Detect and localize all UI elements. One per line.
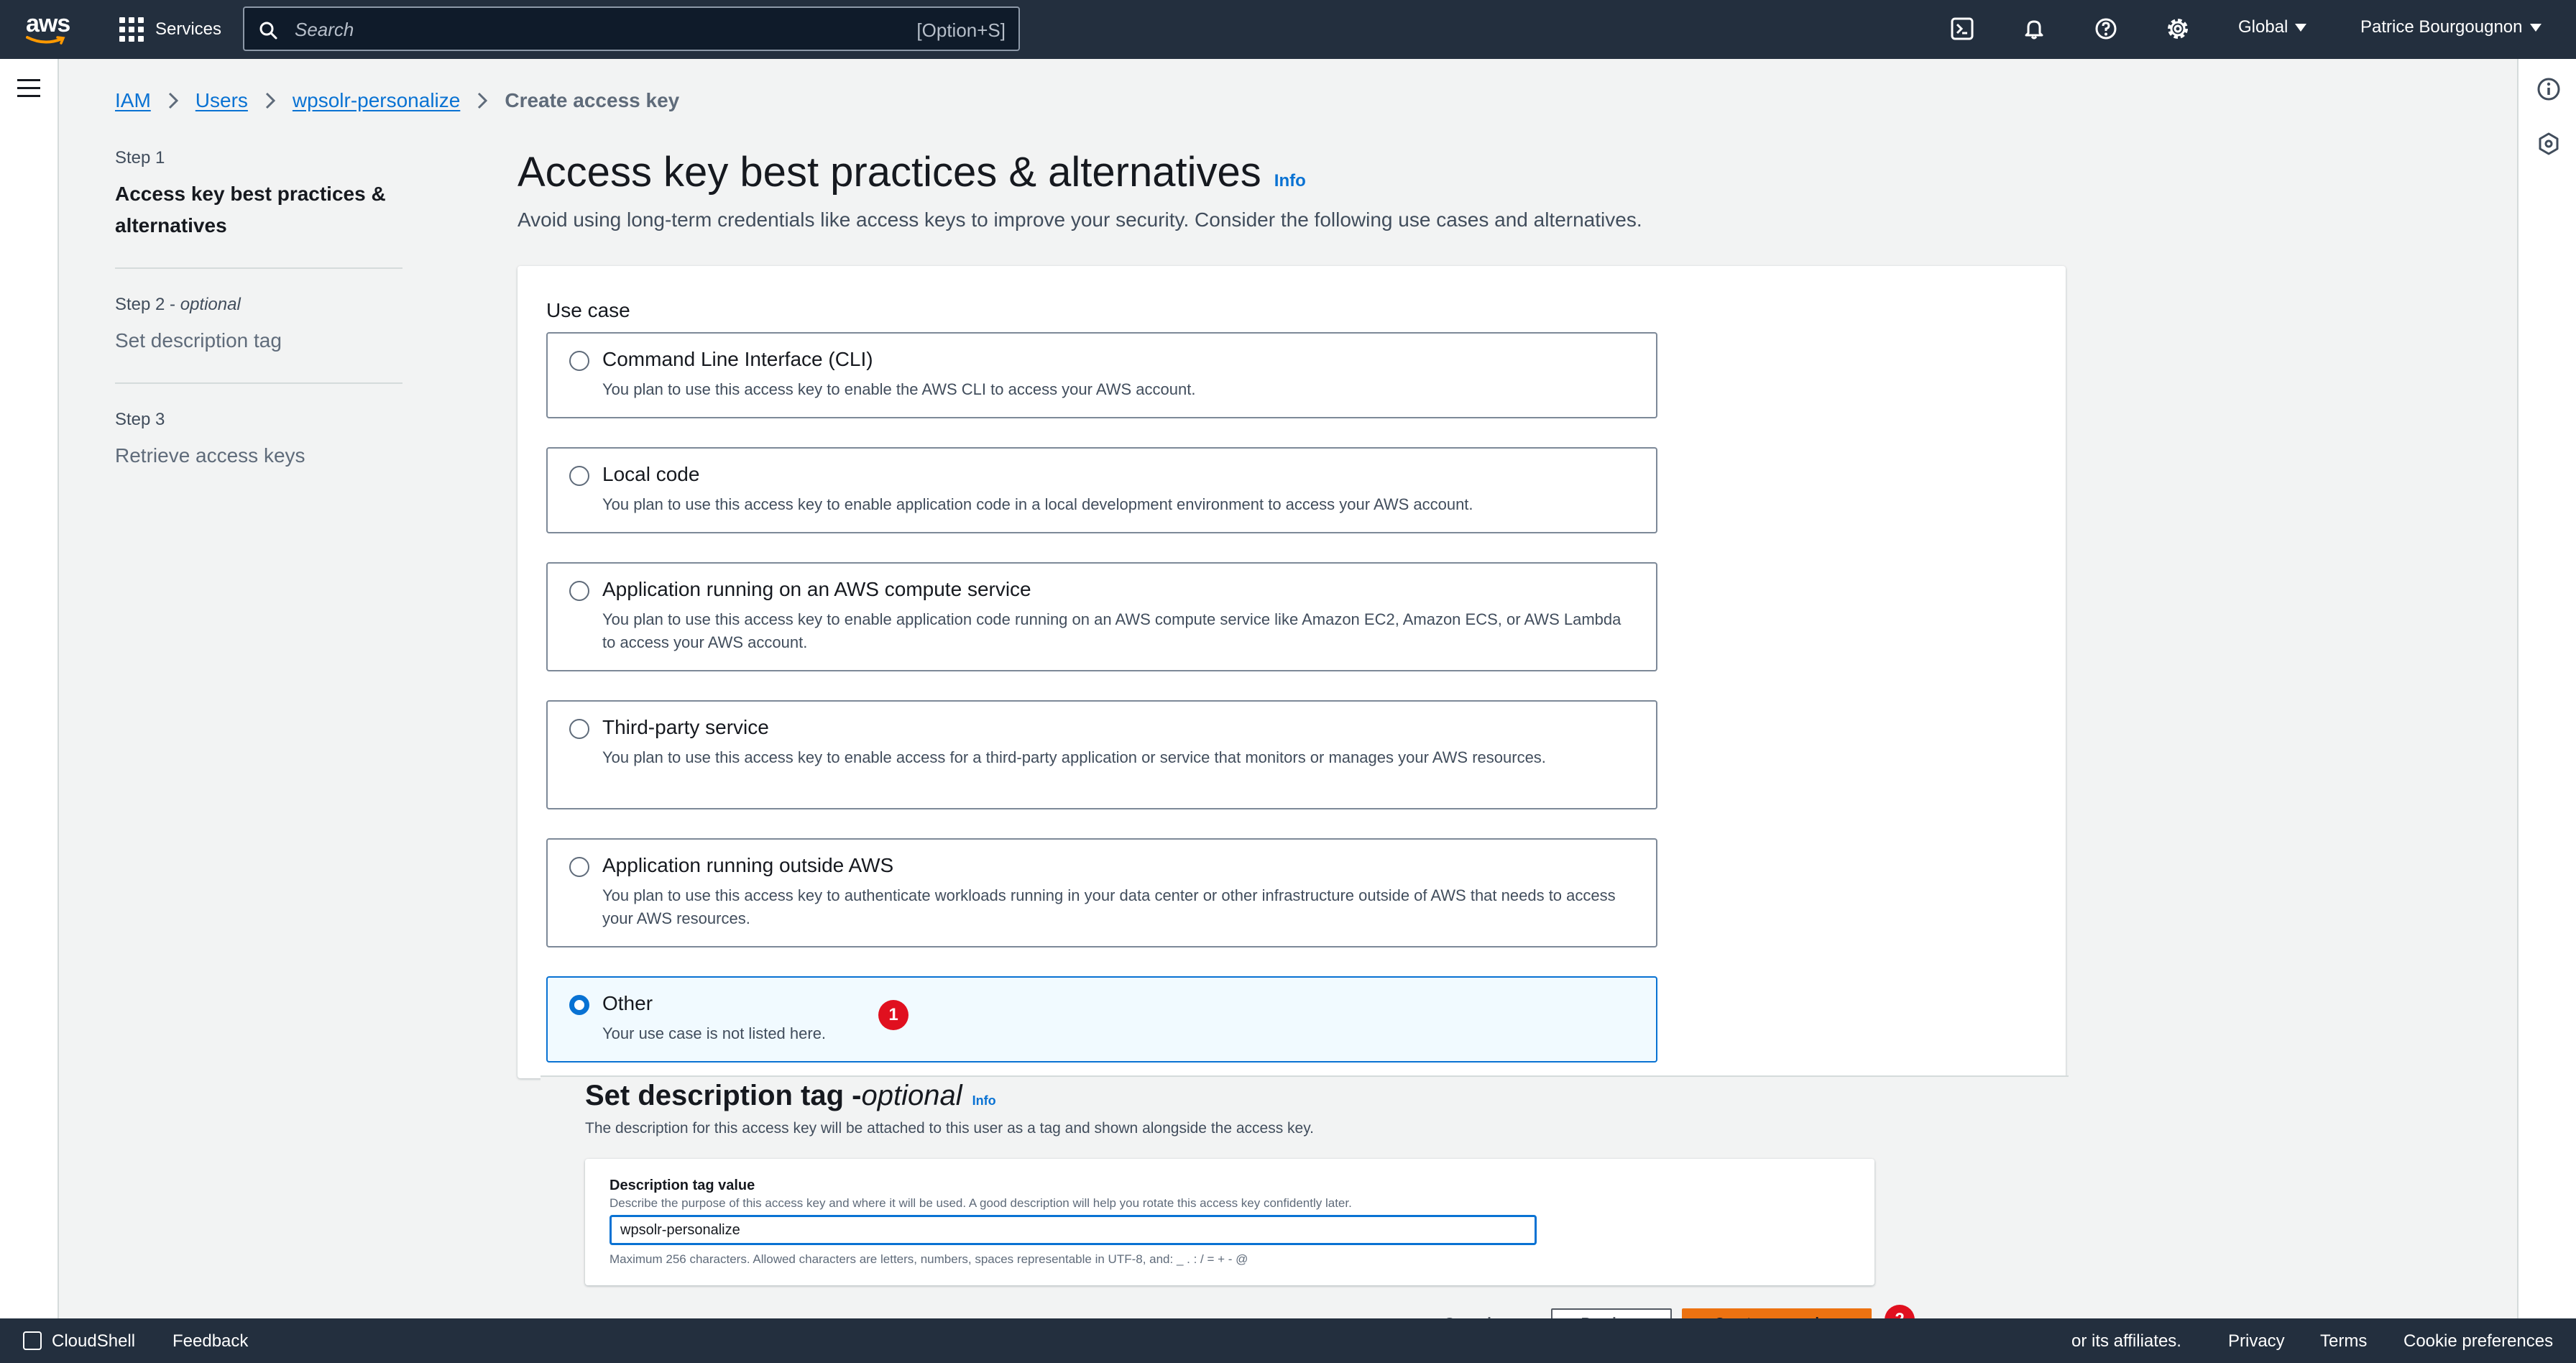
radio-button[interactable] <box>569 581 589 601</box>
aws-logo[interactable]: aws <box>26 10 72 47</box>
page-description: Avoid using long-term credentials like a… <box>518 208 1642 231</box>
description-tag-form: Description tag value Describe the purpo… <box>585 1159 1874 1285</box>
radio-button[interactable] <box>569 719 589 739</box>
field-description: Describe the purpose of this access key … <box>610 1196 1352 1210</box>
aws-logo-text: aws <box>26 10 70 37</box>
breadcrumb-chevron-icon <box>265 92 275 109</box>
wizard-step-1: Step 1 Access key best practices & alter… <box>115 148 402 269</box>
option-title: Third-party service <box>602 716 769 738</box>
option-title: Application running outside AWS <box>602 854 894 876</box>
step-label: Step 3 <box>115 410 165 429</box>
top-navigation: aws Services [Option+S] Global Patrice B… <box>0 0 2576 59</box>
cloudshell-icon[interactable] <box>1948 14 1977 43</box>
account-caret-icon <box>2529 24 2542 32</box>
notifications-bell-icon[interactable] <box>2020 14 2048 43</box>
wizard-step-3: Step 3 Retrieve access keys <box>115 410 402 497</box>
terms-link[interactable]: Terms <box>2320 1331 2367 1351</box>
description-tag-title: Set description tag - optional Info <box>585 1080 996 1111</box>
use-case-option-outside-aws[interactable]: Application running outside AWS You plan… <box>546 838 1657 947</box>
breadcrumb-link-users[interactable]: Users <box>196 89 248 112</box>
breadcrumb-current: Create access key <box>505 89 680 111</box>
use-case-label: Use case <box>546 299 630 321</box>
cloudshell-footer-icon <box>23 1331 42 1350</box>
option-description: You plan to use this access key to enabl… <box>602 748 1546 766</box>
option-title: Command Line Interface (CLI) <box>602 348 873 370</box>
option-description: You plan to use this access key to authe… <box>602 886 1616 927</box>
search-icon <box>259 22 277 40</box>
privacy-link[interactable]: Privacy <box>2228 1331 2285 1351</box>
breadcrumb-chevron-icon <box>477 92 488 109</box>
option-description: You plan to use this access key to enabl… <box>602 380 1196 398</box>
aws-smile-icon <box>26 36 65 45</box>
breadcrumb-link-iam[interactable]: IAM <box>115 89 151 112</box>
field-hint: Maximum 256 characters. Allowed characte… <box>610 1252 1248 1266</box>
step-label: Step 2 - optional <box>115 295 241 314</box>
search-bar[interactable]: [Option+S] <box>243 6 1020 51</box>
region-caret-icon <box>2295 24 2307 32</box>
info-link[interactable]: Info <box>1274 171 1306 191</box>
region-selector[interactable]: Global <box>2238 17 2307 37</box>
use-case-container: Use case Command Line Interface (CLI) Yo… <box>518 266 2066 1078</box>
help-icon[interactable] <box>2092 14 2120 43</box>
search-input[interactable] <box>295 15 870 44</box>
use-case-option-third-party[interactable]: Third-party service You plan to use this… <box>546 700 1657 809</box>
wizard-step-2: Step 2 - optional Set description tag <box>115 295 402 384</box>
annotation-badge-1: 1 <box>878 1000 908 1030</box>
search-shortcut-hint: [Option+S] <box>916 19 1006 41</box>
settings-gear-icon[interactable] <box>2163 14 2192 43</box>
wizard-steps: Step 1 Access key best practices & alter… <box>115 148 402 523</box>
breadcrumb: IAM Users wpsolr-personalize Create acce… <box>115 89 679 112</box>
step-title: Retrieve access keys <box>115 444 305 467</box>
option-description: You plan to use this access key to enabl… <box>602 610 1622 651</box>
right-side-rail <box>2517 59 2576 1318</box>
info-link[interactable]: Info <box>972 1093 996 1109</box>
option-description: You plan to use this access key to enabl… <box>602 495 1473 513</box>
cookie-preferences-link[interactable]: Cookie preferences <box>2404 1331 2553 1351</box>
step-label: Step 1 <box>115 148 165 167</box>
feedback-link[interactable]: Feedback <box>172 1331 248 1351</box>
radio-button[interactable] <box>569 857 589 877</box>
radio-button-selected[interactable] <box>569 995 589 1015</box>
breadcrumb-link-user[interactable]: wpsolr-personalize <box>293 89 460 112</box>
quick-setup-icon[interactable] <box>2536 131 2562 157</box>
step-title: Set description tag <box>115 329 282 352</box>
services-menu-button[interactable]: Services <box>119 16 221 43</box>
step-title: Access key best practices & alternatives <box>115 183 386 237</box>
field-label: Description tag value <box>610 1178 755 1193</box>
page-title: Access key best practices & alternatives… <box>518 149 1306 196</box>
breadcrumb-chevron-icon <box>168 92 178 109</box>
use-case-option-cli[interactable]: Command Line Interface (CLI) You plan to… <box>546 332 1657 418</box>
region-label: Global <box>2238 17 2288 37</box>
option-title: Other <box>602 992 653 1014</box>
radio-button[interactable] <box>569 351 589 371</box>
use-case-option-aws-compute[interactable]: Application running on an AWS compute se… <box>546 562 1657 671</box>
use-case-option-other[interactable]: Other Your use case is not listed here. <box>546 976 1657 1063</box>
option-title: Local code <box>602 463 700 485</box>
use-case-option-local-code[interactable]: Local code You plan to use this access k… <box>546 447 1657 533</box>
services-grid-icon <box>119 17 144 42</box>
account-menu[interactable]: Patrice Bourgougnon <box>2360 17 2542 37</box>
cloudshell-button[interactable]: CloudShell <box>23 1331 135 1351</box>
footer: CloudShell Feedback or its affiliates. P… <box>0 1318 2576 1363</box>
description-tag-input[interactable] <box>610 1215 1537 1245</box>
description-tag-description: The description for this access key will… <box>585 1120 1314 1137</box>
menu-hamburger-icon[interactable] <box>17 79 40 103</box>
radio-button[interactable] <box>569 466 589 486</box>
left-side-rail <box>0 59 59 1318</box>
services-label: Services <box>155 19 222 39</box>
account-user-name: Patrice Bourgougnon <box>2360 17 2523 37</box>
copyright-text: or its affiliates. <box>2071 1331 2181 1351</box>
description-tag-panel: Set description tag - optional Info The … <box>540 1075 2069 1357</box>
option-title: Application running on an AWS compute se… <box>602 578 1031 600</box>
info-panel-icon[interactable] <box>2536 76 2562 102</box>
option-description: Your use case is not listed here. <box>602 1024 827 1042</box>
